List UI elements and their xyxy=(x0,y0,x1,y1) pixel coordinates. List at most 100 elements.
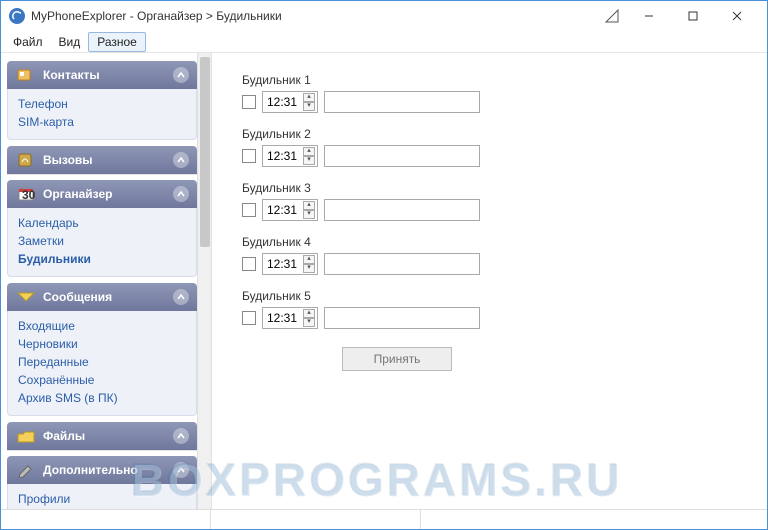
spin-down-icon[interactable]: ▾ xyxy=(303,318,315,327)
alarm-text-input[interactable] xyxy=(324,199,480,221)
sidebar-item[interactable]: Профили xyxy=(18,490,186,508)
status-cell xyxy=(421,510,767,529)
section-icon xyxy=(15,427,37,445)
sidebar-item[interactable]: SIM-карта xyxy=(18,113,186,131)
sidebar-item[interactable]: Календарь xyxy=(18,214,186,232)
alarm-text-input[interactable] xyxy=(324,253,480,275)
alarm-label: Будильник 4 xyxy=(242,235,767,249)
panel-header-2[interactable]: 30 Органайзер xyxy=(7,180,197,208)
apply-button[interactable]: Принять xyxy=(342,347,452,371)
chevron-up-icon xyxy=(173,289,189,305)
sidebar-item[interactable]: Черновики xyxy=(18,335,186,353)
alarm-label: Будильник 2 xyxy=(242,127,767,141)
alarm-checkbox[interactable] xyxy=(242,149,256,163)
main-panel: Будильник 112:31▴▾Будильник 212:31▴▾Буди… xyxy=(211,53,767,509)
section-icon xyxy=(15,461,37,479)
panel-body-5: Профили xyxy=(7,484,197,509)
menu-item-файл[interactable]: Файл xyxy=(5,33,51,51)
panel-header-4[interactable]: Файлы xyxy=(7,422,197,450)
spin-down-icon[interactable]: ▾ xyxy=(303,264,315,273)
section-icon xyxy=(15,66,37,84)
menubar: ФайлВидРазное xyxy=(1,31,767,53)
spin-buttons[interactable]: ▴▾ xyxy=(303,201,315,219)
section-icon xyxy=(15,151,37,169)
alarm-label: Будильник 3 xyxy=(242,181,767,195)
alarm-checkbox[interactable] xyxy=(242,257,256,271)
spin-buttons[interactable]: ▴▾ xyxy=(303,255,315,273)
alarm-label: Будильник 5 xyxy=(242,289,767,303)
alarm-time-value: 12:31 xyxy=(267,203,303,217)
spin-down-icon[interactable]: ▾ xyxy=(303,210,315,219)
chevron-up-icon xyxy=(173,186,189,202)
sidebar-item[interactable]: Будильники xyxy=(18,250,186,268)
sidebar-item[interactable]: Телефон xyxy=(18,95,186,113)
section-title: Файлы xyxy=(43,429,173,443)
titlebar: MyPhoneExplorer - Органайзер > Будильник… xyxy=(1,1,767,31)
close-button[interactable] xyxy=(715,2,759,30)
window-title: MyPhoneExplorer - Органайзер > Будильник… xyxy=(31,9,282,23)
alarm-time-input[interactable]: 12:31▴▾ xyxy=(262,307,318,329)
section-title: Органайзер xyxy=(43,187,173,201)
alarm-text-input[interactable] xyxy=(324,91,480,113)
menu-item-разное[interactable]: Разное xyxy=(88,32,146,52)
signal-icon xyxy=(605,9,619,23)
sidebar-item[interactable]: Сохранённые xyxy=(18,371,186,389)
alarm-time-input[interactable]: 12:31▴▾ xyxy=(262,199,318,221)
section-title: Контакты xyxy=(43,68,173,82)
statusbar xyxy=(1,509,767,529)
section-icon: 30 xyxy=(15,185,37,203)
chevron-up-icon xyxy=(173,67,189,83)
spin-buttons[interactable]: ▴▾ xyxy=(303,147,315,165)
section-title: Дополнительно xyxy=(43,463,173,477)
panel-body-2: КалендарьЗаметкиБудильники xyxy=(7,208,197,277)
panel-body-3: ВходящиеЧерновикиПереданныеСохранённыеАр… xyxy=(7,311,197,416)
spin-buttons[interactable]: ▴▾ xyxy=(303,93,315,111)
sidebar-scrollbar[interactable] xyxy=(197,53,211,509)
maximize-button[interactable] xyxy=(671,2,715,30)
alarm-time-value: 12:31 xyxy=(267,95,303,109)
spin-down-icon[interactable]: ▾ xyxy=(303,156,315,165)
panel-body-0: ТелефонSIM-карта xyxy=(7,89,197,140)
spin-up-icon[interactable]: ▴ xyxy=(303,255,315,264)
status-cell xyxy=(211,510,421,529)
scrollbar-thumb[interactable] xyxy=(200,57,210,247)
spin-up-icon[interactable]: ▴ xyxy=(303,309,315,318)
menu-item-вид[interactable]: Вид xyxy=(51,33,89,51)
spin-down-icon[interactable]: ▾ xyxy=(303,102,315,111)
alarm-row-3: Будильник 3 12:31▴▾ xyxy=(242,181,767,221)
alarm-time-value: 12:31 xyxy=(267,257,303,271)
alarm-row-1: Будильник 1 12:31▴▾ xyxy=(242,73,767,113)
panel-header-0[interactable]: Контакты xyxy=(7,61,197,89)
sidebar-item[interactable]: Архив SMS (в ПК) xyxy=(18,389,186,407)
spin-up-icon[interactable]: ▴ xyxy=(303,201,315,210)
spin-buttons[interactable]: ▴▾ xyxy=(303,309,315,327)
alarm-checkbox[interactable] xyxy=(242,95,256,109)
client-area: Контакты ТелефонSIM-карта Вызовы 30 Органайз… xyxy=(1,53,767,509)
minimize-button[interactable] xyxy=(627,2,671,30)
alarm-row-4: Будильник 4 12:31▴▾ xyxy=(242,235,767,275)
section-icon xyxy=(15,288,37,306)
sidebar-item[interactable]: Входящие xyxy=(18,317,186,335)
app-icon xyxy=(9,8,25,24)
panel-header-5[interactable]: Дополнительно xyxy=(7,456,197,484)
alarm-text-input[interactable] xyxy=(324,307,480,329)
chevron-up-icon xyxy=(173,428,189,444)
alarm-label: Будильник 1 xyxy=(242,73,767,87)
alarm-checkbox[interactable] xyxy=(242,311,256,325)
spin-up-icon[interactable]: ▴ xyxy=(303,147,315,156)
alarm-time-value: 12:31 xyxy=(267,149,303,163)
alarm-text-input[interactable] xyxy=(324,145,480,167)
panel-header-1[interactable]: Вызовы xyxy=(7,146,197,174)
sidebar-item[interactable]: Заметки xyxy=(18,232,186,250)
alarm-checkbox[interactable] xyxy=(242,203,256,217)
sidebar-wrap: Контакты ТелефонSIM-карта Вызовы 30 Органайз… xyxy=(1,53,211,509)
status-cell xyxy=(1,510,211,529)
chevron-up-icon xyxy=(173,462,189,478)
alarm-time-input[interactable]: 12:31▴▾ xyxy=(262,253,318,275)
alarm-time-input[interactable]: 12:31▴▾ xyxy=(262,145,318,167)
alarm-time-input[interactable]: 12:31▴▾ xyxy=(262,91,318,113)
panel-header-3[interactable]: Сообщения xyxy=(7,283,197,311)
spin-up-icon[interactable]: ▴ xyxy=(303,93,315,102)
svg-text:30: 30 xyxy=(22,188,36,202)
sidebar-item[interactable]: Переданные xyxy=(18,353,186,371)
